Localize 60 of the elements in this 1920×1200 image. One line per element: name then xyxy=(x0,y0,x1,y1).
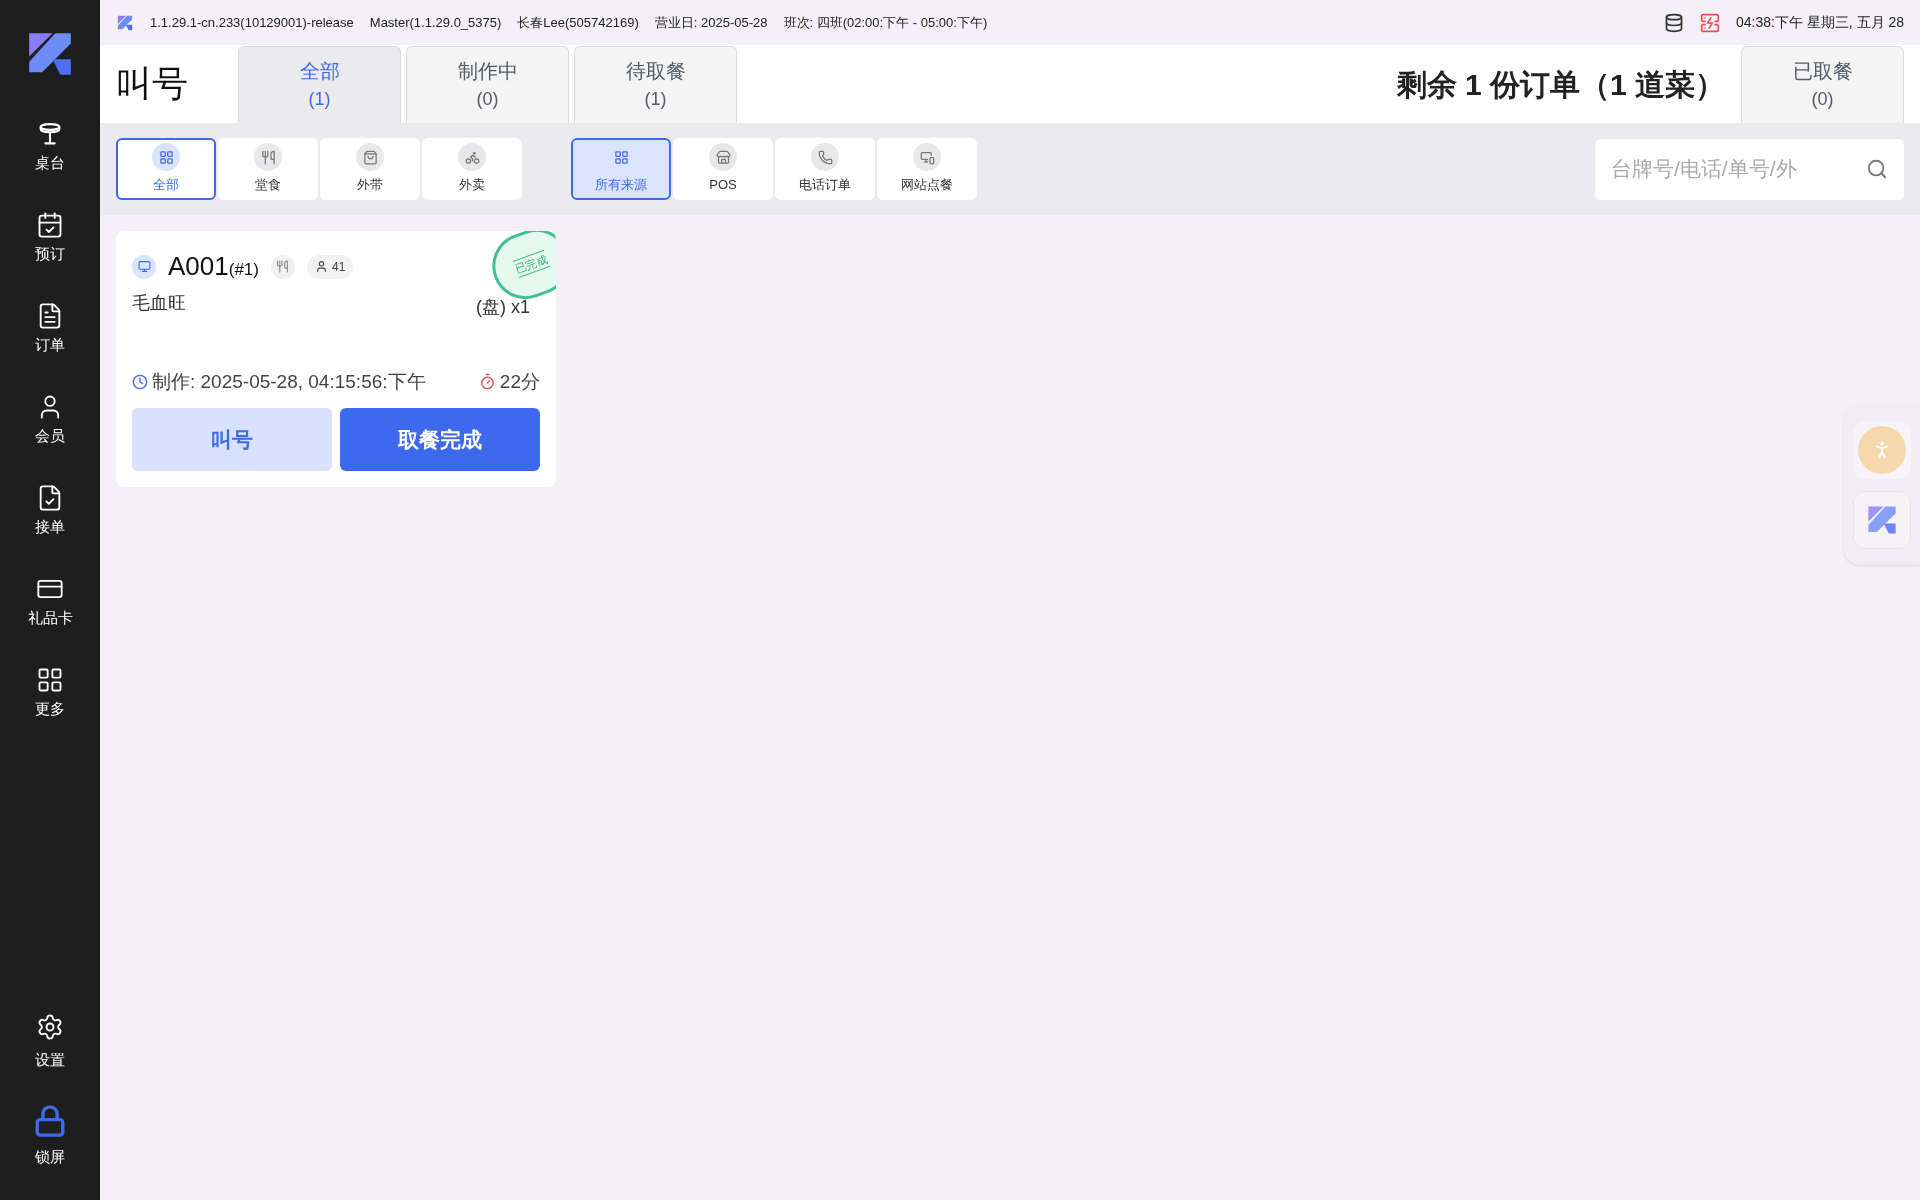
dish-name: 毛血旺 xyxy=(132,292,186,315)
guest-count-badge: 41 xyxy=(306,254,354,279)
master-version: Master(1.1.29.0_5375) xyxy=(369,13,502,32)
search-icon xyxy=(1866,157,1888,180)
business-day: 营业日: 2025-05-28 xyxy=(654,12,768,33)
person-icon xyxy=(314,260,328,273)
shift-info: 班次: 四班(02:00:下午 - 05:00:下午) xyxy=(783,13,988,32)
elapsed-time: 22分 xyxy=(499,369,540,394)
sidebar-item[interactable]: 接单 xyxy=(0,484,100,575)
filter-chip[interactable]: 外卖 xyxy=(422,138,522,200)
settings-icon xyxy=(36,1013,64,1041)
logo-button[interactable] xyxy=(1853,491,1911,549)
filter-chip[interactable]: 网站点餐 xyxy=(877,138,977,200)
sidebar-item[interactable]: 锁屏 xyxy=(0,1103,100,1168)
sidebar-item[interactable]: 订单 xyxy=(0,302,100,393)
sidebar-item[interactable]: 桌台 xyxy=(0,120,100,211)
calendar-check-icon xyxy=(36,211,64,239)
dish-quantity: (盘) x1 xyxy=(476,296,530,319)
devices-icon xyxy=(919,149,935,165)
order-number: A001(#1) xyxy=(168,250,259,283)
remaining-summary: 剩余 1 份订单（1 道菜） xyxy=(1396,66,1725,103)
database-icon xyxy=(1663,12,1684,33)
grid-icon xyxy=(36,666,64,694)
status-tab[interactable]: 待取餐 (1) xyxy=(574,46,737,123)
monitor-icon xyxy=(137,260,151,273)
timer-icon xyxy=(478,373,496,391)
search-field[interactable]: 台牌号/电话/单号/外 xyxy=(1595,138,1904,200)
sidebar-item[interactable]: 设置 xyxy=(0,1013,100,1072)
store-icon xyxy=(715,149,731,165)
page-title: 叫号 xyxy=(116,62,189,106)
filter-chip[interactable]: 外带 xyxy=(320,138,420,200)
sidebar-item[interactable]: 更多 xyxy=(0,666,100,757)
filter-chip[interactable]: 全部 xyxy=(116,138,216,200)
app-version: 1.1.29.1-cn.233(10129001)-release xyxy=(150,13,354,32)
utensils-icon xyxy=(260,149,276,165)
sidebar-item[interactable]: 会员 xyxy=(0,393,100,484)
utensils-icon xyxy=(276,260,290,273)
filter-chip[interactable]: 所有来源 xyxy=(571,138,671,200)
call-number-button[interactable]: 叫号 xyxy=(132,408,332,471)
phone-icon xyxy=(817,149,833,165)
status-tab[interactable]: 制作中 (0) xyxy=(406,46,569,123)
logo-icon xyxy=(1865,503,1899,537)
made-time: 制作: 2025-05-28, 04:15:56:下午 xyxy=(152,369,426,394)
user-name: 长春Lee(505742169) xyxy=(517,13,639,32)
filter-chip[interactable]: POS xyxy=(673,138,773,200)
grid-icon xyxy=(158,149,174,165)
status-tab[interactable]: 全部 (1) xyxy=(238,46,401,123)
filter-chip[interactable]: 堂食 xyxy=(218,138,318,200)
status-tab[interactable]: 已取餐 (0) xyxy=(1741,46,1904,123)
lock-icon xyxy=(33,1103,67,1138)
pickup-done-button[interactable]: 取餐完成 xyxy=(340,408,540,471)
sidebar-item[interactable]: 礼品卡 xyxy=(0,575,100,666)
bag-icon xyxy=(362,149,378,165)
clock-icon xyxy=(132,373,148,390)
filter-chip[interactable]: 电话订单 xyxy=(775,138,875,200)
date-time: 04:38:下午 星期三, 五月 28 xyxy=(1735,13,1904,32)
sidebar-item[interactable]: 预订 xyxy=(0,211,100,302)
grid-icon xyxy=(613,149,629,165)
logo-icon xyxy=(116,13,134,32)
server-error-icon xyxy=(1699,12,1720,33)
